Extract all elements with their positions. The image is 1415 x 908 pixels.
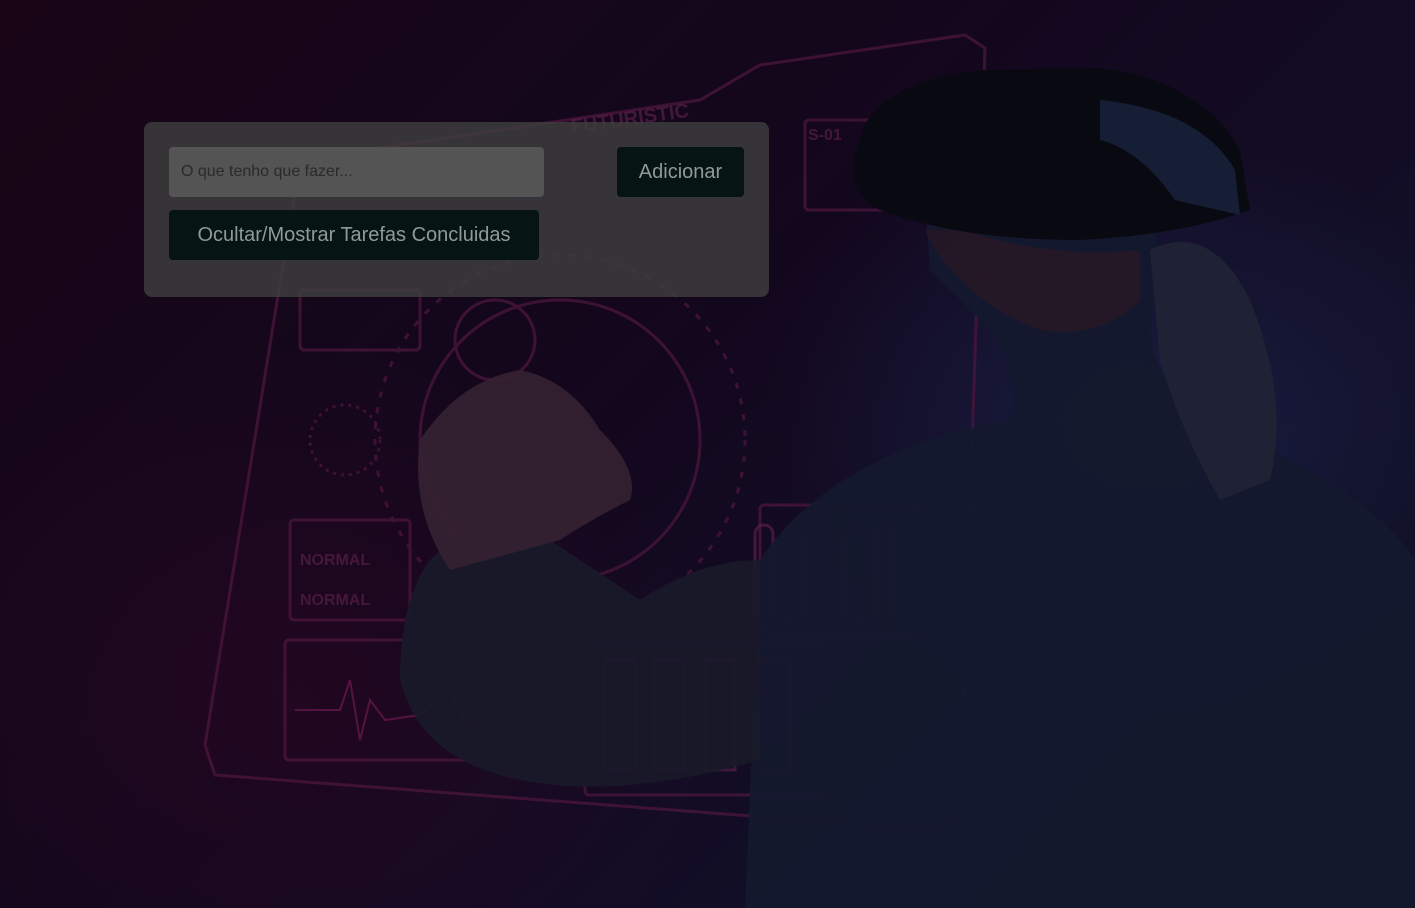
add-task-button[interactable]: Adicionar — [617, 147, 744, 197]
todo-form-panel: Adicionar Ocultar/Mostrar Tarefas Conclu… — [144, 122, 769, 297]
task-input[interactable] — [169, 147, 544, 197]
toggle-completed-tasks-button[interactable]: Ocultar/Mostrar Tarefas Concluidas — [169, 210, 539, 260]
